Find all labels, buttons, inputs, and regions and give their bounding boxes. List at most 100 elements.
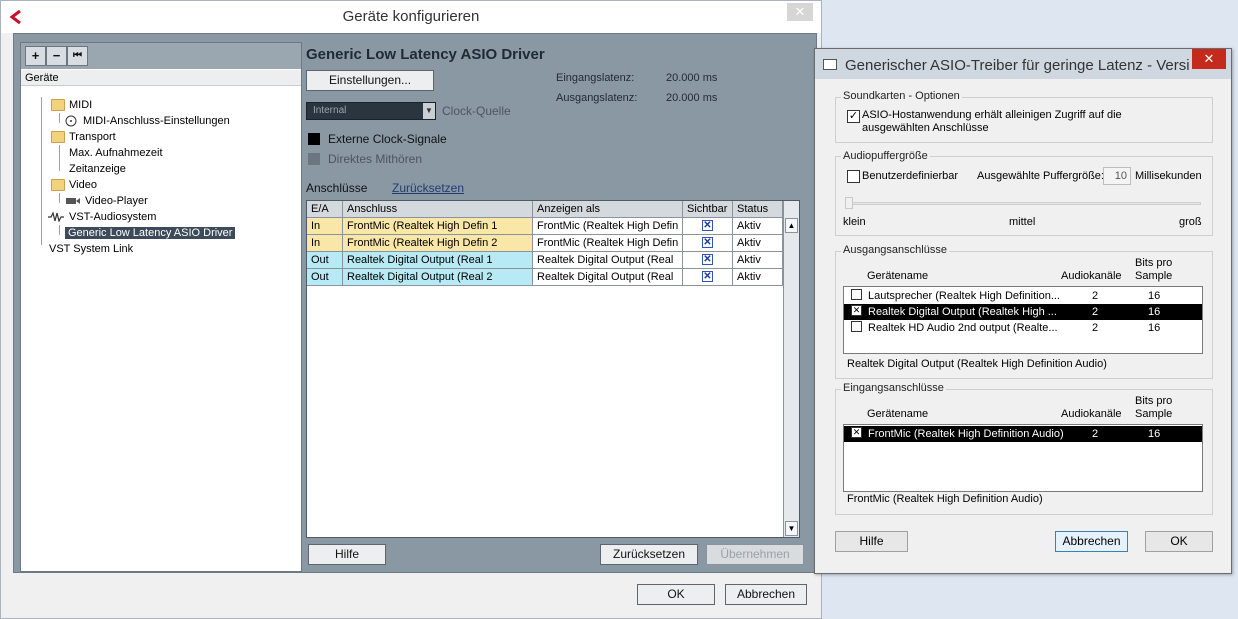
clock-source-select[interactable]: Internal ▼ [306,102,436,120]
output-bits: 16 [1148,290,1161,302]
tree-header: Geräte [21,70,301,86]
input-ports-label: Eingangsanschlüsse [841,382,946,394]
asio-close-button[interactable]: ✕ [1192,49,1226,69]
settings-button[interactable]: Einstellungen... [306,70,434,91]
table-scrollbar[interactable]: ▲ ▼ [783,201,799,537]
selected-buffer-label: Ausgewählte Puffergröße: [977,170,1104,182]
output-channels: 2 [1092,306,1099,318]
column-header-port[interactable]: Anschluss [343,201,533,218]
tree-item-label: Max. Aufnahmezeit [69,147,163,159]
scroll-up-icon[interactable]: ▲ [785,218,798,233]
output-ports-list: Lautsprecher (Realtek High Definition...… [843,286,1203,354]
asio-window-title: Generischer ASIO-Treiber für geringe Lat… [845,57,1190,74]
soundcard-options-label: Soundkarten - Optionen [841,90,962,102]
input-checkbox[interactable]: ✕ [851,427,862,438]
tree-item-midi-port-settings[interactable]: MIDI-Anschluss-Einstellungen [65,113,230,129]
cell-port: FrontMic (Realtek High Defin 2 [343,235,533,252]
chevron-down-icon: ▼ [423,103,435,119]
reset-button[interactable]: Zurücksetzen [600,544,698,565]
cell-io: In [307,218,343,235]
reset-link[interactable]: Zurücksetzen [392,181,464,195]
visible-checkbox[interactable]: ✕ [702,220,713,231]
list-item[interactable]: Realtek HD Audio 2nd output (Realte... 2… [844,320,1202,336]
ok-button[interactable]: OK [637,584,715,605]
output-checkbox[interactable] [851,321,862,332]
col-device-name: Gerätename [867,408,929,420]
visible-checkbox[interactable]: ✕ [702,254,713,265]
tree-item-asio-driver[interactable]: Generic Low Latency ASIO Driver [65,225,236,241]
tree-item-label: VST System Link [49,243,134,255]
exclusive-access-label: ASIO-Hostanwendung erhält alleinigen Zug… [862,109,1122,134]
add-icon[interactable]: + [25,46,46,66]
asio-help-button[interactable]: Hilfe [835,531,908,552]
cell-status: Aktiv [733,252,783,269]
cell-show-as[interactable]: FrontMic (Realtek High Defin [533,235,683,252]
midi-port-icon [65,115,77,127]
tree-item-label: Zeitanzeige [69,163,126,175]
cell-port: FrontMic (Realtek High Defin 1 [343,218,533,235]
asio-driver-window: Generischer ASIO-Treiber für geringe Lat… [814,48,1232,574]
column-header-status[interactable]: Status [733,201,783,218]
slider-thumb[interactable] [845,197,853,209]
cell-show-as[interactable]: Realtek Digital Output (Real [533,269,683,286]
exclusive-access-checkbox[interactable]: ✓ [847,110,860,123]
list-item[interactable]: Lautsprecher (Realtek High Definition...… [844,288,1202,304]
main-body: + − ⏮ Geräte MIDI MIDI-Anschluss-Einstel… [13,33,817,573]
cell-io: Out [307,269,343,286]
tree-item-transport[interactable]: Transport [47,129,116,145]
col-device-name: Gerätename [867,270,929,282]
cell-status: Aktiv [733,235,783,252]
tree-item-video[interactable]: Video [47,177,97,193]
tree-item-video-player[interactable]: Video-Player [65,193,148,209]
tree-item-label: Generic Low Latency ASIO Driver [65,227,236,239]
cell-visible: ✕ [683,218,733,235]
cell-show-as[interactable]: Realtek Digital Output (Real [533,252,683,269]
ports-label: Anschlüsse [306,181,368,195]
visible-checkbox[interactable]: ✕ [702,237,713,248]
list-item[interactable]: ✕ FrontMic (Realtek High Definition Audi… [844,426,1202,442]
tree-item-midi[interactable]: MIDI [47,97,92,113]
column-header-show-as[interactable]: Anzeigen als [533,201,683,218]
custom-buffer-checkbox[interactable] [847,170,860,183]
tree-line [59,225,60,235]
list-item[interactable]: ✕ Realtek Digital Output (Realtek High .… [844,304,1202,320]
buffer-size-label: Audiopuffergröße [841,150,930,162]
reset-icon[interactable]: ⏮ [67,46,88,66]
buffer-slider[interactable] [845,196,1201,210]
asio-ok-button[interactable]: OK [1145,531,1213,552]
cell-status: Aktiv [733,269,783,286]
visible-checkbox[interactable]: ✕ [702,271,713,282]
tree-item-max-rec-time[interactable]: Max. Aufnahmezeit [65,145,163,161]
output-checkbox[interactable] [851,289,862,300]
output-checkbox[interactable]: ✕ [851,305,862,316]
scroll-down-icon[interactable]: ▼ [785,521,798,536]
cell-visible: ✕ [683,252,733,269]
device-tree-panel: + − ⏮ Geräte MIDI MIDI-Anschluss-Einstel… [20,42,302,572]
cell-show-as[interactable]: FrontMic (Realtek High Defin [533,218,683,235]
clock-source-label: Clock-Quelle [442,104,511,118]
tree-toolbar: + − ⏮ [21,43,301,69]
output-selected-name: Realtek Digital Output (Realtek High Def… [847,358,1107,370]
external-clock-checkbox[interactable] [308,133,320,145]
close-button[interactable]: ✕ [787,3,813,21]
remove-icon[interactable]: − [46,46,67,66]
apply-button[interactable]: Übernehmen [706,544,804,565]
asio-cancel-button[interactable]: Abbrechen [1055,531,1128,552]
tree-line [59,145,60,171]
direct-monitoring-checkbox[interactable] [308,153,320,165]
tree-item-vst-audiosystem[interactable]: VST-Audiosystem [47,209,156,225]
cell-port: Realtek Digital Output (Real 2 [343,269,533,286]
input-name: FrontMic (Realtek High Definition Audio) [868,428,1064,440]
tree-item-time-display[interactable]: Zeitanzeige [65,161,126,177]
column-header-visible[interactable]: Sichtbar [683,201,733,218]
buffer-size-field[interactable]: 10 [1103,167,1131,185]
help-button[interactable]: Hilfe [308,544,386,565]
output-latency-label: Ausgangslatenz: [556,92,638,104]
external-clock-label: Externe Clock-Signale [328,132,447,146]
tree-item-vst-system-link[interactable]: VST System Link [47,241,133,257]
cancel-button[interactable]: Abbrechen [725,584,807,605]
column-header-io[interactable]: E/A [307,201,343,218]
video-player-icon [66,198,80,204]
driver-title: Generic Low Latency ASIO Driver [306,46,545,63]
col-audio-channels: Audiokanäle [1061,270,1122,282]
